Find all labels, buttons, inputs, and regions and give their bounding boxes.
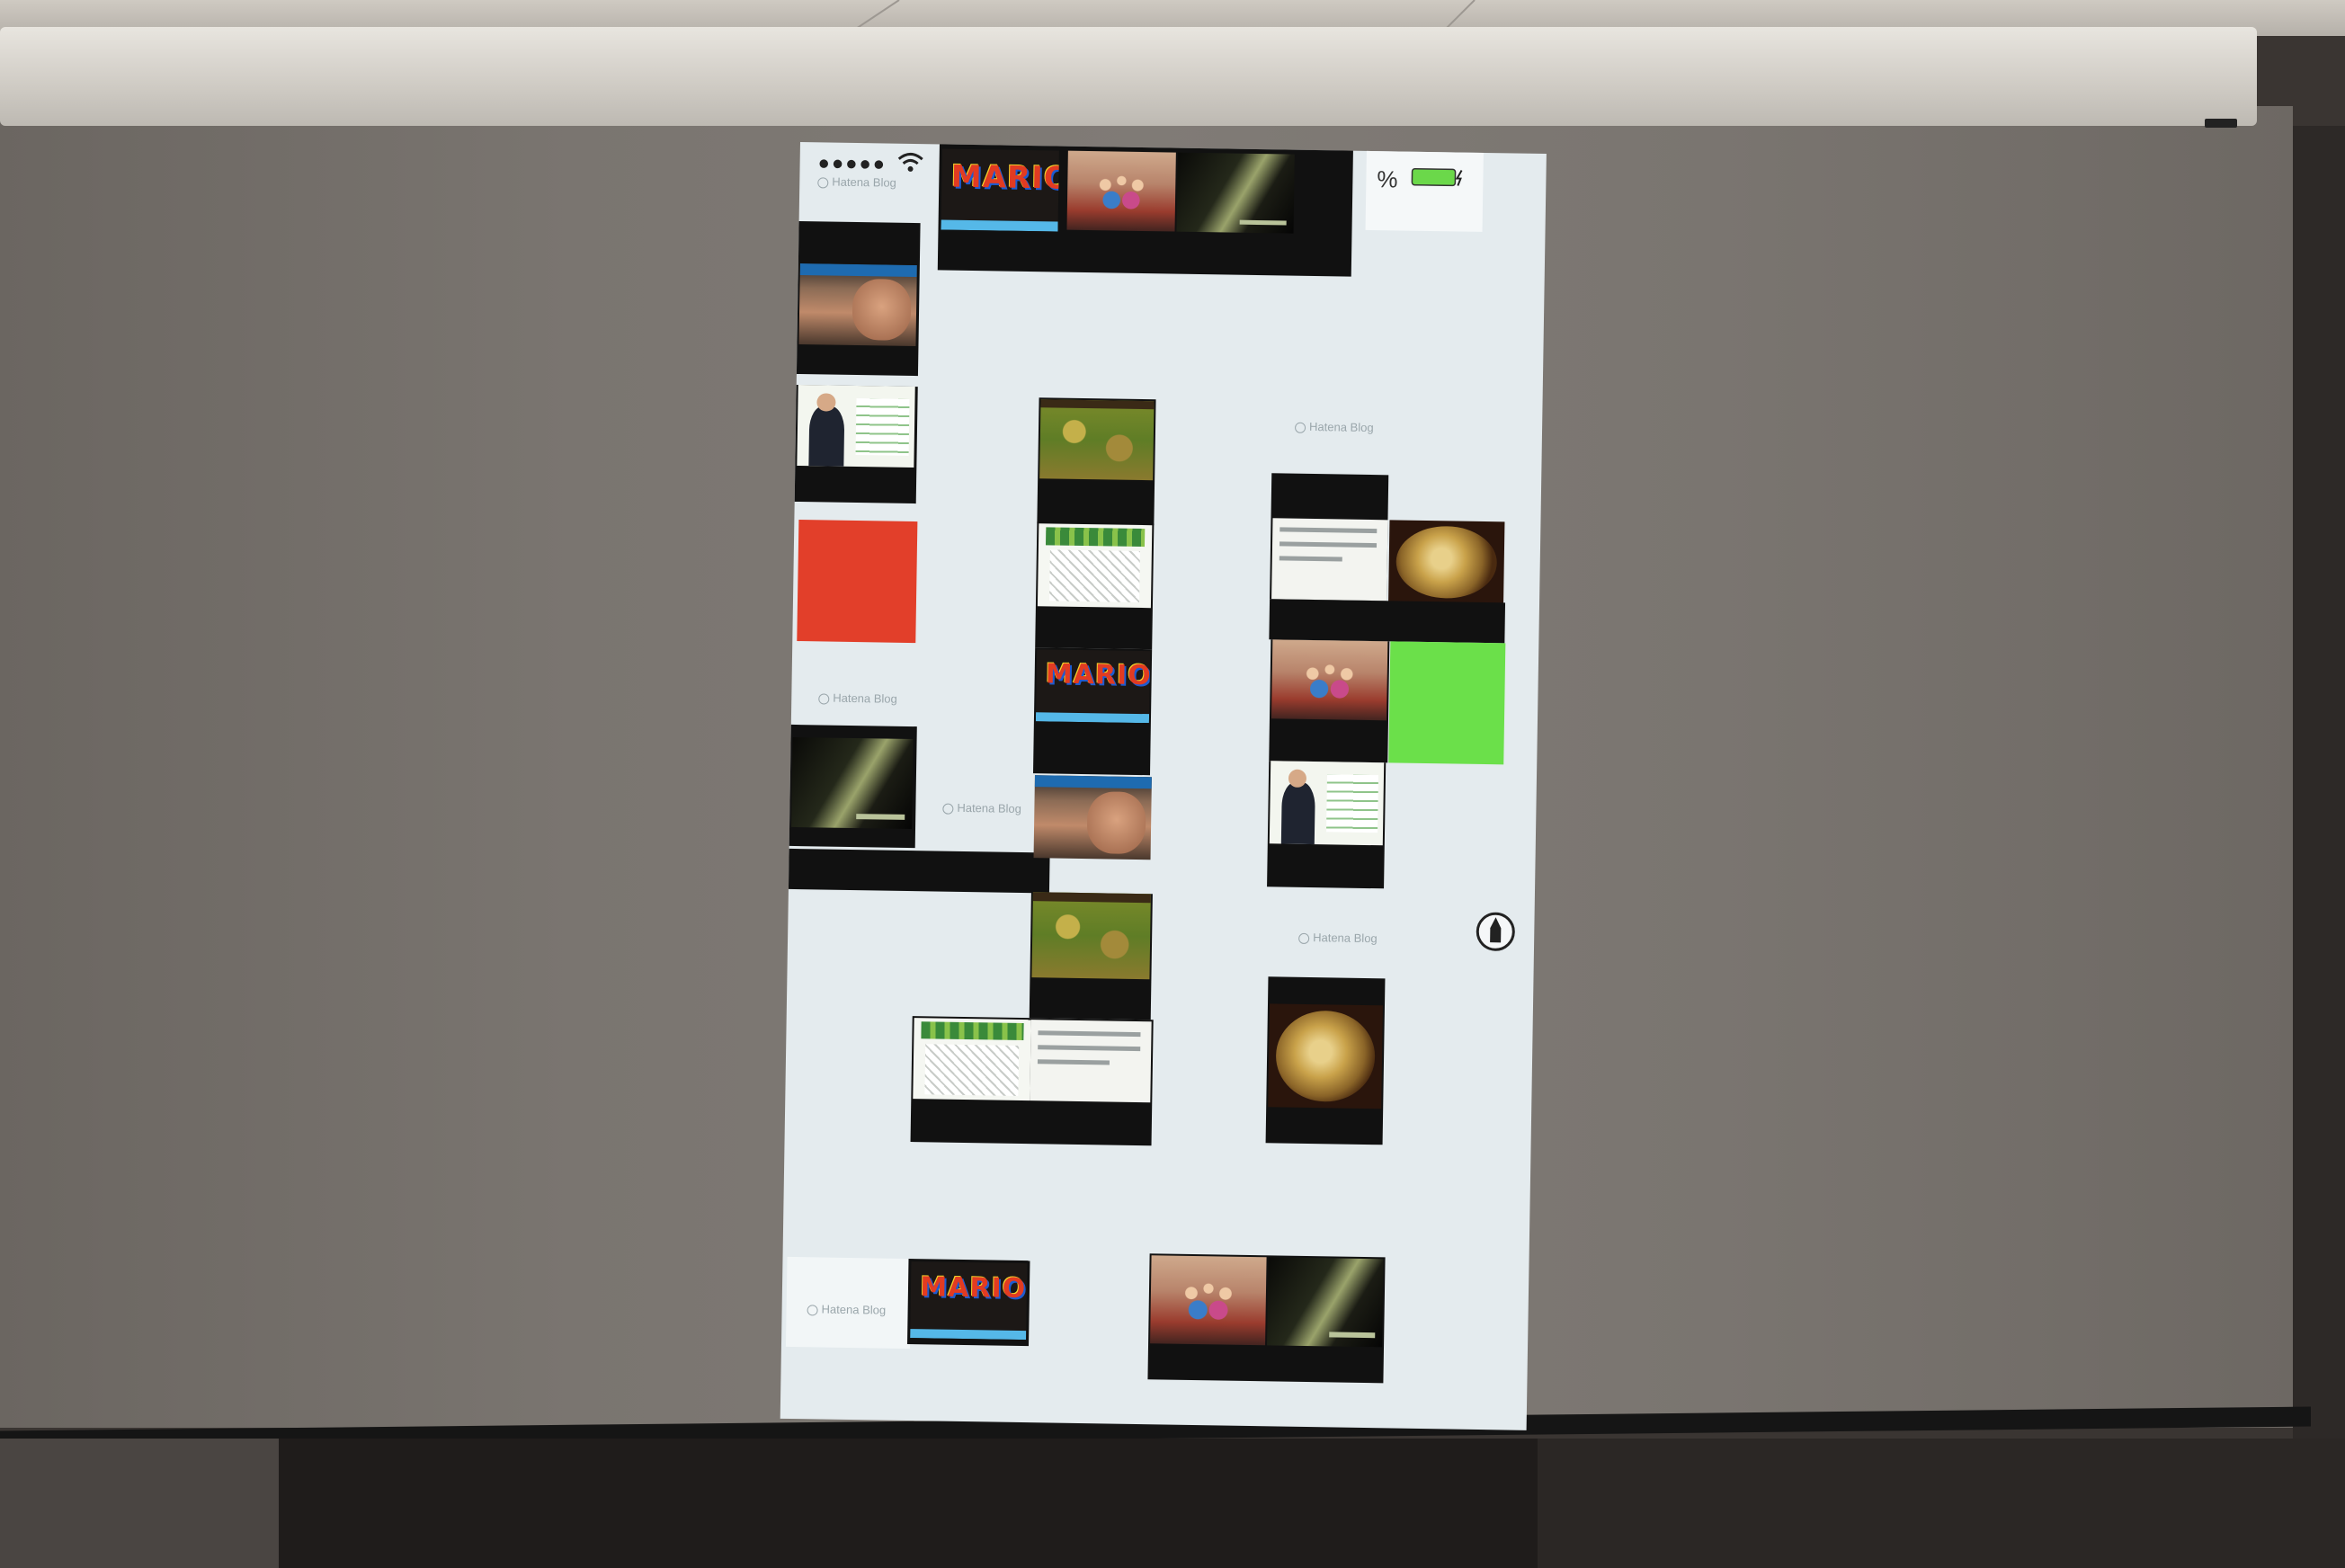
thumbnail-strip (941, 219, 1058, 232)
group-faces (1088, 166, 1155, 212)
info-icon (1294, 422, 1306, 433)
thumbnail-game-village[interactable] (1039, 399, 1155, 481)
thumbnail-manga[interactable] (1037, 523, 1153, 609)
text-line (1037, 1059, 1110, 1065)
thumbnail-game-village[interactable] (1031, 892, 1151, 980)
signal-strength-icon: ●●●●● (817, 151, 887, 175)
info-icon (818, 692, 830, 705)
thumbnail-group-photo[interactable] (1150, 1255, 1267, 1346)
manga-art (924, 1044, 1020, 1096)
manga-title (921, 1020, 1024, 1041)
watermark-label: Hatena Blog (1298, 931, 1378, 945)
text-line (1038, 1045, 1141, 1052)
game-banner (1032, 892, 1151, 903)
dark-panel (1269, 599, 1506, 644)
man-suit (808, 405, 845, 467)
text-line (1279, 527, 1378, 534)
face-banner (1034, 775, 1152, 789)
projected-phone-display: ●●●●● Hatena Blog MARIO 41 % Hatena Blog… (780, 142, 1547, 1430)
food-plate (1274, 1010, 1377, 1103)
thumbnail-mario[interactable]: MARIO (1035, 649, 1151, 724)
thumbnail-text-article[interactable] (1030, 1020, 1152, 1103)
battery-icon (1411, 167, 1463, 187)
thumbnail-text-article[interactable] (1271, 518, 1388, 601)
info-icon (1298, 932, 1310, 944)
green-placeholder-tile (1388, 641, 1506, 765)
thumbnail-group-photo[interactable] (1271, 639, 1388, 721)
info-icon (942, 803, 954, 815)
caption-bar (856, 814, 905, 820)
man-head (816, 393, 836, 412)
right-wall (2293, 126, 2345, 1568)
thumbnail-face[interactable] (1033, 775, 1152, 860)
face-portrait (852, 279, 912, 341)
info-icon (807, 1304, 818, 1316)
floor-right (1538, 1439, 2345, 1568)
thumbnail-food[interactable] (1268, 1003, 1383, 1109)
manga-title (1045, 527, 1146, 547)
text-line (1279, 556, 1342, 562)
thumbnail-creature[interactable] (1267, 1257, 1384, 1348)
thumbnail-creature[interactable] (791, 736, 914, 830)
thumbnail-mario[interactable]: MARIO (910, 1261, 1028, 1341)
red-placeholder-tile (797, 520, 918, 644)
info-icon (817, 176, 829, 189)
watermark-label: Hatena Blog (807, 1302, 886, 1317)
scroll-indicator-icon[interactable] (1476, 908, 1516, 956)
group-faces (1294, 655, 1365, 700)
mario-logo: MARIO (1045, 658, 1151, 692)
thumbnail-mario[interactable]: MARIO (941, 148, 1059, 232)
mario-logo: MARIO (920, 1270, 1027, 1305)
thumbnail-creature[interactable] (1176, 152, 1295, 234)
whiteboard-edge (279, 1439, 1538, 1568)
caption-bar (1239, 219, 1287, 226)
face-portrait (1086, 790, 1146, 854)
thumbnail-presenter[interactable] (797, 384, 915, 468)
thumbnail-presenter[interactable] (1269, 761, 1385, 846)
game-banner (1040, 399, 1155, 410)
slide-lines (1326, 774, 1378, 833)
mario-logo: MARIO (950, 159, 1059, 198)
dark-panel (788, 848, 1050, 894)
manga-art (1048, 549, 1141, 603)
charging-icon (1455, 170, 1463, 186)
thumbnail-food[interactable] (1388, 520, 1505, 605)
text-line (1038, 1030, 1141, 1038)
thumbnail-strip (1035, 712, 1150, 724)
face-banner (799, 263, 917, 277)
food-plate (1395, 524, 1498, 600)
thumbnail-group-photo[interactable] (1066, 150, 1176, 232)
watermark-label: Hatena Blog (817, 174, 896, 190)
screen-housing-badge (2205, 119, 2237, 128)
watermark-label: Hatena Blog (1294, 420, 1374, 434)
text-line (1279, 541, 1378, 548)
caption-bar (1329, 1332, 1376, 1339)
battery-percent: % (1377, 165, 1398, 193)
group-faces (1173, 1273, 1244, 1323)
wifi-icon (897, 152, 923, 172)
slide-lines (855, 397, 910, 456)
thumbnail-face[interactable] (798, 263, 917, 347)
floor-left (0, 1439, 279, 1568)
watermark-label: Hatena Blog (818, 690, 897, 706)
watermark-label: Hatena Blog (942, 801, 1021, 815)
man-suit (1280, 781, 1316, 845)
thumbnail-manga[interactable] (913, 1018, 1031, 1101)
screen-housing (0, 27, 2257, 126)
thumbnail-strip (910, 1328, 1027, 1341)
